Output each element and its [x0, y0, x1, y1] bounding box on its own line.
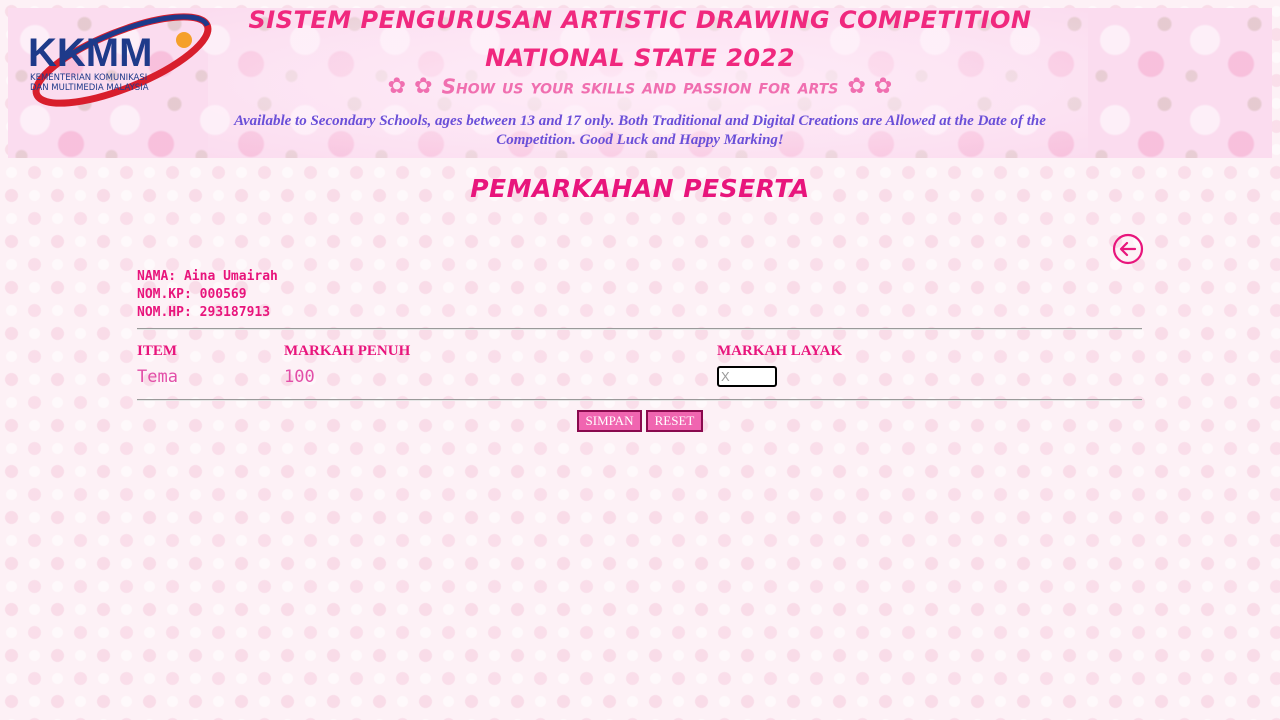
flower-icon: ✿ [873, 74, 893, 99]
header-earned-score: MARKAH LAYAK [717, 343, 843, 359]
participant-info: NAMA: Aina Umairah NOM.KP: 000569 NOM.HP… [137, 268, 278, 322]
divider [137, 399, 1142, 401]
flower-icon: ✿ [414, 74, 433, 99]
reset-button[interactable]: RESET [646, 410, 703, 432]
system-title-line1: SISTEM PENGURUSAN ARTISTIC DRAWING COMPE… [248, 8, 1032, 34]
flower-icon: ✿ [847, 74, 866, 99]
header-item: ITEM [137, 343, 178, 359]
system-title-line2: NATIONAL STATE 2022 [485, 44, 795, 72]
participant-phone: NOM.HP: 293187913 [137, 305, 271, 320]
divider [137, 328, 1142, 330]
kkmm-logo: KKMM KEMENTERIAN KOMUNIKASI DAN MULTIMED… [28, 13, 212, 107]
tagline-row: ✿ ✿ Show us your skills and passion for a… [208, 74, 1072, 99]
flower-icon: ✿ [387, 74, 407, 99]
header-full-score: MARKAH PENUH [284, 343, 411, 359]
tagline: Show us your skills and passion for arts [441, 74, 839, 99]
row-item: Tema [137, 367, 178, 387]
page-title: PEMARKAHAN PESERTA [470, 174, 810, 203]
svg-text:DAN MULTIMEDIA MALAYSIA: DAN MULTIMEDIA MALAYSIA [30, 83, 149, 93]
svg-text:KEMENTERIAN KOMUNIKASI: KEMENTERIAN KOMUNIKASI [30, 73, 147, 83]
participant-name: NAMA: Aina Umairah [137, 269, 278, 284]
competition-subtitle: Available to Secondary Schools, ages bet… [234, 113, 1046, 148]
back-arrow-icon[interactable] [1112, 233, 1144, 265]
row-full-score: 100 [284, 367, 315, 387]
participant-ic: NOM.KP: 000569 [137, 287, 247, 302]
save-button[interactable]: SIMPAN [577, 410, 642, 432]
header-banner: KKMM KEMENTERIAN KOMUNIKASI DAN MULTIMED… [8, 8, 1272, 158]
svg-text:KKMM: KKMM [28, 31, 152, 75]
score-input[interactable] [717, 366, 777, 387]
